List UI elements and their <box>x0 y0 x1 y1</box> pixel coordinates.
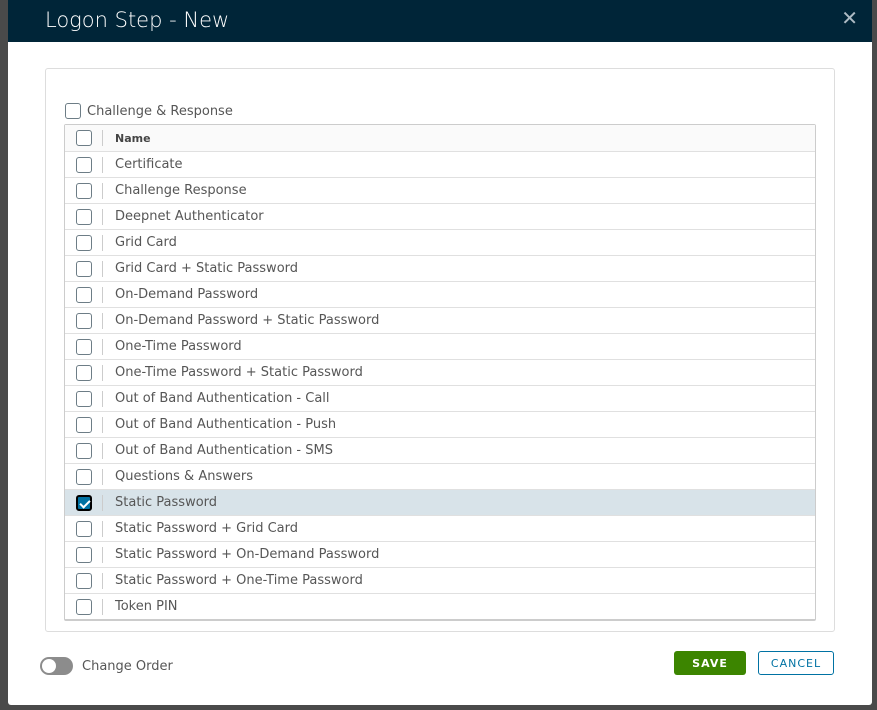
table-row[interactable]: Out of Band Authentication - Call <box>65 385 815 411</box>
row-checkbox[interactable] <box>75 260 92 277</box>
logon-step-dialog: Logon Step - New ✕ Challenge & Response … <box>8 0 872 705</box>
table-header-row: Name <box>65 125 815 151</box>
cancel-button[interactable]: CANCEL <box>758 651 834 675</box>
row-checkbox[interactable] <box>75 546 92 563</box>
table-row[interactable]: Deepnet Authenticator <box>65 203 815 229</box>
row-checkbox[interactable] <box>75 390 92 407</box>
row-label: Questions & Answers <box>115 469 253 484</box>
row-checkbox[interactable] <box>75 364 92 381</box>
table-row[interactable]: Static Password + One-Time Password <box>65 567 815 593</box>
row-checkbox[interactable] <box>75 156 92 173</box>
row-label: Out of Band Authentication - Call <box>115 391 330 406</box>
table-row[interactable]: Out of Band Authentication - SMS <box>65 437 815 463</box>
row-label: On-Demand Password <box>115 287 259 302</box>
column-header-name[interactable]: Name <box>103 132 151 145</box>
row-label: On-Demand Password + Static Password <box>115 313 380 328</box>
row-label: Grid Card + Static Password <box>115 261 299 276</box>
row-checkbox[interactable] <box>75 234 92 251</box>
table-row[interactable]: Static Password + Grid Card <box>65 515 815 541</box>
row-checkbox[interactable] <box>75 494 92 511</box>
row-checkbox[interactable] <box>75 182 92 199</box>
table-row[interactable]: Out of Band Authentication - Push <box>65 411 815 437</box>
challenge-response-checkbox[interactable]: Challenge & Response <box>65 103 233 119</box>
select-all-checkbox[interactable] <box>75 130 92 146</box>
row-label: Out of Band Authentication - Push <box>115 417 337 432</box>
table-row[interactable]: Grid Card + Static Password <box>65 255 815 281</box>
row-checkbox[interactable] <box>75 416 92 433</box>
dialog-title: Logon Step - New <box>45 8 230 32</box>
row-label: Deepnet Authenticator <box>115 209 264 224</box>
row-label: Static Password + One-Time Password <box>115 573 363 588</box>
table-row[interactable]: One-Time Password + Static Password <box>65 359 815 385</box>
change-order-label: Change Order <box>82 659 173 674</box>
row-label: Out of Band Authentication - SMS <box>115 443 333 458</box>
row-label: Certificate <box>115 157 183 172</box>
save-button[interactable]: SAVE <box>674 651 746 675</box>
auth-method-table: Name Certificate Challenge Response Deepne… <box>64 124 816 621</box>
row-label: Static Password <box>115 495 218 510</box>
row-label: Static Password + Grid Card <box>115 521 299 536</box>
close-icon[interactable]: ✕ <box>841 6 858 30</box>
table-row[interactable]: Challenge Response <box>65 177 815 203</box>
checkbox-icon[interactable] <box>65 103 81 119</box>
table-row[interactable]: One-Time Password <box>65 333 815 359</box>
table-row[interactable]: On-Demand Password <box>65 281 815 307</box>
row-checkbox[interactable] <box>75 572 92 589</box>
table-row[interactable]: Grid Card <box>65 229 815 255</box>
row-checkbox[interactable] <box>75 286 92 303</box>
dialog-header: Logon Step - New ✕ <box>8 0 872 42</box>
row-checkbox[interactable] <box>75 520 92 537</box>
table-row[interactable]: Questions & Answers <box>65 463 815 489</box>
row-label: One-Time Password <box>115 339 242 354</box>
row-checkbox[interactable] <box>75 338 92 355</box>
row-label: Challenge Response <box>115 183 247 198</box>
content-panel: Challenge & Response Name Certificate Cha… <box>45 68 835 632</box>
table-row[interactable]: On-Demand Password + Static Password <box>65 307 815 333</box>
table-row[interactable]: Token PIN <box>65 593 815 619</box>
row-checkbox[interactable] <box>75 442 92 459</box>
table-row[interactable]: Static Password <box>65 489 815 515</box>
challenge-response-label: Challenge & Response <box>87 103 233 119</box>
row-checkbox[interactable] <box>75 598 92 615</box>
row-label: Token PIN <box>115 599 178 614</box>
row-label: Static Password + On-Demand Password <box>115 547 380 562</box>
row-checkbox[interactable] <box>75 468 92 485</box>
table-row[interactable]: Certificate <box>65 151 815 177</box>
row-checkbox[interactable] <box>75 312 92 329</box>
change-order-toggle[interactable] <box>40 657 73 675</box>
row-checkbox[interactable] <box>75 208 92 225</box>
row-label: One-Time Password + Static Password <box>115 365 363 380</box>
table-row[interactable]: Static Password + On-Demand Password <box>65 541 815 567</box>
row-label: Grid Card <box>115 235 177 250</box>
